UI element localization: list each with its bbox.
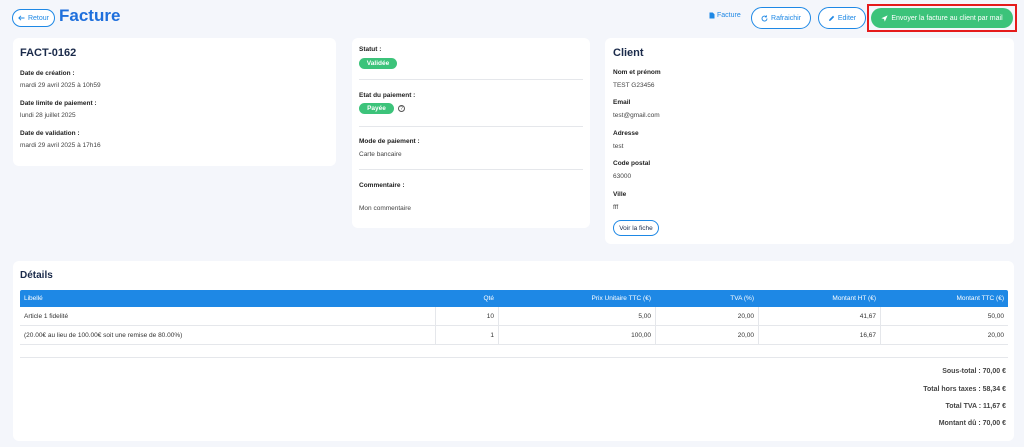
table-header: Libellé Qté Prix Unitaire TTC (€) TVA (%… (20, 290, 1008, 307)
payment-mode-value: Carte bancaire (359, 151, 402, 158)
column-header: Montant TTC (€) (956, 295, 1004, 302)
client-address-label: Adresse (613, 130, 639, 137)
status-badge: Validée (359, 58, 397, 69)
refresh-button[interactable]: Rafraichir (751, 7, 811, 29)
client-title: Client (613, 47, 644, 59)
divider (359, 79, 583, 80)
table-cell: 20,00 (655, 326, 758, 344)
status-label: Statut : (359, 46, 382, 53)
comment-value: Mon commentaire (359, 205, 412, 212)
paper-plane-icon (881, 14, 888, 22)
invoice-info-card: FACT-0162 Date de création : mardi 29 av… (13, 38, 336, 166)
table-cell: 10 (435, 307, 498, 325)
status-card: Statut : Validée Etat du paiement : Payé… (352, 38, 590, 228)
table-cell: 100,00 (498, 326, 655, 344)
refresh-label: Rafraichir (771, 14, 801, 22)
table-cell: 16,67 (758, 326, 880, 344)
page-header: Retour Facture Facture Rafraichir Editer… (0, 0, 1024, 38)
page-title: Facture (59, 6, 121, 25)
send-label: Envoyer la facture au client par mail (891, 14, 1003, 22)
subtotal: Sous-total : 70,00 € (942, 368, 1006, 375)
facture-link-label: Facture (717, 12, 741, 19)
client-card: Client Nom et prénom TEST G23456 Email t… (605, 38, 1014, 244)
edit-button[interactable]: Editer (818, 7, 866, 29)
invoice-number: FACT-0162 (20, 47, 77, 59)
amount-due: Montant dû : 70,00 € (938, 420, 1006, 427)
table-cell: 20,00 (880, 326, 1008, 344)
due-date-label: Date limite de paiement : (20, 100, 97, 107)
table-cell: Article 1 fidelité (24, 312, 69, 320)
divider (20, 357, 1008, 358)
total-tva: Total TVA : 11,67 € (945, 403, 1006, 410)
payment-state-badge: Payée (359, 103, 394, 114)
table-row: Article 1 fidelité 10 5,00 20,00 41,67 5… (20, 307, 1008, 326)
client-name-value: TEST G23456 (613, 82, 655, 89)
due-date-value: lundi 28 juillet 2025 (20, 112, 76, 119)
pencil-icon (828, 15, 835, 22)
total-ht: Total hors taxes : 58,34 € (923, 386, 1006, 393)
table-cell: 41,67 (758, 307, 880, 325)
client-city-label: Ville (613, 191, 627, 198)
table-cell: 20,00 (655, 307, 758, 325)
comment-label: Commentaire : (359, 182, 405, 189)
table-cell: 1 (435, 326, 498, 344)
validation-date-value: mardi 29 avril 2025 à 17h16 (20, 142, 101, 149)
table-cell: (20.00€ au lieu de 100.00€ soit une remi… (24, 331, 183, 339)
client-email-label: Email (613, 99, 631, 106)
client-postal-label: Code postal (613, 160, 651, 167)
help-icon[interactable]: ? (398, 105, 405, 112)
details-card: Détails Libellé Qté Prix Unitaire TTC (€… (13, 261, 1014, 441)
divider (359, 169, 583, 170)
client-postal-value: 63000 (613, 173, 632, 180)
details-table: Libellé Qté Prix Unitaire TTC (€) TVA (%… (20, 290, 1008, 345)
column-header: Montant HT (€) (832, 295, 876, 302)
divider (359, 126, 583, 127)
client-address-value: test (613, 143, 624, 150)
created-date-label: Date de création : (20, 70, 75, 77)
table-cell: 50,00 (880, 307, 1008, 325)
arrow-left-icon (18, 15, 25, 21)
column-header: Prix Unitaire TTC (€) (591, 295, 651, 302)
payment-mode-label: Mode de paiement : (359, 138, 420, 145)
refresh-icon (761, 14, 768, 22)
column-header: Qté (483, 295, 494, 302)
payment-state-label: Etat du paiement : (359, 92, 416, 99)
back-label: Retour (27, 14, 49, 22)
view-client-button[interactable]: Voir la fiche (613, 220, 659, 236)
client-city-value: fff (613, 204, 619, 211)
back-button[interactable]: Retour (12, 9, 55, 27)
facture-pdf-link[interactable]: Facture (709, 12, 741, 19)
details-title: Détails (20, 270, 53, 281)
send-button-highlight: Envoyer la facture au client par mail (867, 4, 1017, 32)
validation-date-label: Date de validation : (20, 130, 80, 137)
edit-label: Editer (837, 14, 857, 22)
created-date-value: mardi 29 avril 2025 à 10h59 (20, 82, 101, 89)
send-invoice-email-button[interactable]: Envoyer la facture au client par mail (871, 8, 1013, 28)
client-email-value: test@gmail.com (613, 112, 660, 119)
column-header: TVA (%) (730, 295, 754, 302)
table-row: (20.00€ au lieu de 100.00€ soit une remi… (20, 326, 1008, 345)
table-cell: 5,00 (498, 307, 655, 325)
column-header: Libellé (24, 295, 43, 302)
file-icon (709, 12, 715, 19)
client-name-label: Nom et prénom (613, 69, 661, 76)
